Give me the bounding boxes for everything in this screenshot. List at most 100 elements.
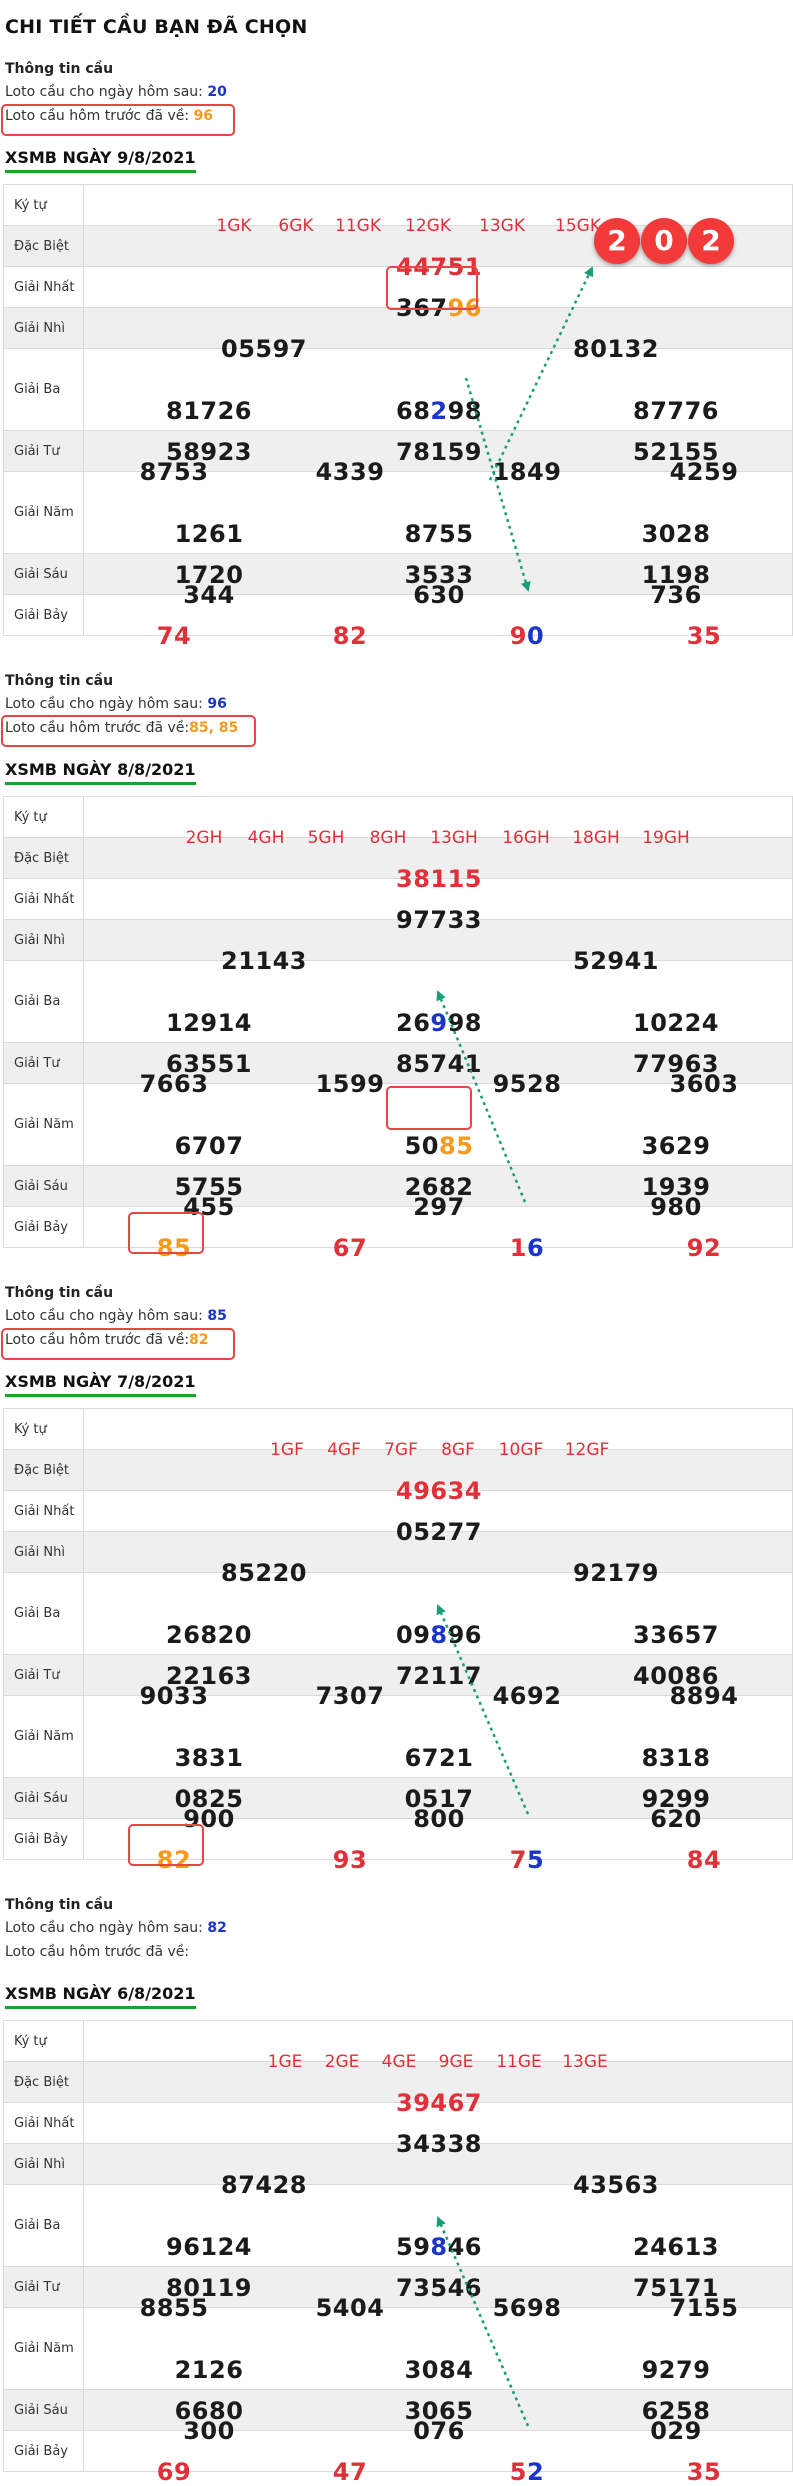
row-label: Giải Ba <box>3 960 84 1043</box>
giai-bay-highlight <box>128 1212 204 1254</box>
row-label: Giải Tư <box>3 430 84 472</box>
prize-number: 85741 <box>396 1049 482 1078</box>
prize-number: 8318 <box>641 1743 711 1772</box>
prize-number: 7155 <box>669 2294 739 2322</box>
next-day-loto: Loto cầu cho ngày hôm sau: 20 <box>5 84 227 100</box>
day-title[interactable]: XSMB NGÀY 9/8/2021 <box>5 148 196 173</box>
prize-number: 1849 <box>492 458 562 486</box>
prize-number: 92 <box>686 1234 722 1262</box>
prize-number: 43563 <box>573 2171 659 2199</box>
prize-number: 297 <box>413 1193 465 1221</box>
row-label: Giải Tư <box>3 1654 84 1696</box>
day-title[interactable]: XSMB NGÀY 7/8/2021 <box>5 1372 196 1397</box>
prize-number: 90 <box>509 622 545 650</box>
row-ky-tu: Ký tự 2GH 4GH 5GH 8GH 13GH 16GH 18GH 19G… <box>3 796 793 848</box>
prize-number: 736 <box>650 581 702 609</box>
prize-number: 97733 <box>396 906 482 934</box>
row-label: Giải Sáu <box>3 2389 84 2431</box>
prize-number: 35 <box>686 622 722 650</box>
prize-number: 9279 <box>641 2355 711 2384</box>
row-label: Ký tự <box>3 184 84 226</box>
row-label: Giải Nhất <box>3 2102 84 2144</box>
next-day-loto: Loto cầu cho ngày hôm sau: 82 <box>5 1920 227 1936</box>
results-table-8-8: Ký tự 2GH 4GH 5GH 8GH 13GH 16GH 18GH 19G… <box>3 796 793 1262</box>
giai-nhat-highlight <box>386 266 478 310</box>
prize-number: 59846 <box>395 2232 483 2261</box>
next-day-value: 20 <box>207 84 227 100</box>
prize-number: 6721 <box>404 1743 474 1772</box>
prize-number: 3603 <box>669 1070 739 1098</box>
giai-nam-highlight <box>386 1086 472 1130</box>
prize-number: 80132 <box>573 335 659 363</box>
prize-number: 1599 <box>315 1070 385 1098</box>
cau-info-heading: Thông tin cầu <box>5 1285 114 1301</box>
prize-number: 7307 <box>315 1682 385 1710</box>
prize-number: 26998 <box>395 1008 483 1037</box>
prize-number: 81726 <box>166 396 252 425</box>
row-label: Giải Nhì <box>3 1531 84 1573</box>
prize-number: 52941 <box>573 947 659 975</box>
ky-tu: 18GH <box>572 828 620 848</box>
ky-tu: 13GE <box>562 2052 608 2072</box>
row-label: Giải Ba <box>3 1572 84 1655</box>
prize-number: 4692 <box>492 1682 562 1710</box>
next-day-loto: Loto cầu cho ngày hôm sau: 96 <box>5 696 227 712</box>
ky-tu: 11GK <box>335 216 381 236</box>
prize-number: 68298 <box>395 396 483 425</box>
prize-number: 5698 <box>492 2294 562 2322</box>
row-label: Giải Năm <box>3 2307 84 2390</box>
day-title[interactable]: XSMB NGÀY 6/8/2021 <box>5 1984 196 2009</box>
prize-number: 8855 <box>139 2294 209 2322</box>
prize-number: 96124 <box>166 2232 252 2261</box>
prize-number: 84 <box>686 1846 722 1874</box>
prize-number: 69 <box>156 2458 192 2486</box>
prize-number: 5404 <box>315 2294 385 2322</box>
prize-number: 73546 <box>396 2273 482 2302</box>
giai-bay-highlight <box>128 1824 204 1866</box>
prize-number: 87428 <box>221 2171 307 2199</box>
row-label: Giải Năm <box>3 471 84 554</box>
prize-number: 3831 <box>174 1743 244 1772</box>
day-title[interactable]: XSMB NGÀY 8/8/2021 <box>5 760 196 785</box>
row-giai-ba: Giải Ba 12914 26998 10224 63551 85741 77… <box>3 960 793 1078</box>
ky-tu: 10GF <box>498 1440 544 1460</box>
row-label: Đặc Biệt <box>3 225 84 267</box>
ky-tu: 13GK <box>479 216 525 236</box>
ky-tu: 4GE <box>381 2052 417 2072</box>
ky-tu: 12GF <box>564 1440 610 1460</box>
row-label: Giải Năm <box>3 1083 84 1166</box>
prize-number: 38115 <box>396 865 482 893</box>
ky-tu: 4GF <box>327 1440 361 1460</box>
results-table-6-8: Ký tự 1GE 2GE 4GE 9GE 11GE 13GE Đặc Biệt… <box>3 2020 793 2486</box>
row-label: Giải Nhì <box>3 2143 84 2185</box>
ky-tu: 5GH <box>307 828 345 848</box>
ky-tu: 1GK <box>216 216 252 236</box>
next-day-value: 96 <box>207 696 227 712</box>
ky-tu: 15GK <box>555 216 601 236</box>
prize-number: 75 <box>509 1846 545 1874</box>
prize-number: 7663 <box>139 1070 209 1098</box>
row-label: Giải Bảy <box>3 594 84 636</box>
row-label: Giải Nhất <box>3 878 84 920</box>
row-label: Đặc Biệt <box>3 2061 84 2103</box>
row-label: Ký tự <box>3 2020 84 2062</box>
results-table-7-8: Ký tự 1GF 4GF 7GF 8GF 10GF 12GF Đặc Biệt… <box>3 1408 793 1874</box>
prize-number: 92179 <box>573 1559 659 1587</box>
cau-info-heading: Thông tin cầu <box>5 673 114 689</box>
row-label: Giải Sáu <box>3 553 84 595</box>
prize-number: 33657 <box>633 1620 719 1649</box>
row-label: Đặc Biệt <box>3 1449 84 1491</box>
loto-digit-badge: 0 <box>641 218 687 264</box>
ky-tu: 19GH <box>642 828 690 848</box>
cau-info-4: Thông tin cầu Loto cầu cho ngày hôm sau:… <box>5 1894 305 1964</box>
row-ky-tu: Ký tự 1GK 6GK 11GK 12GK 13GK 15GK <box>3 184 793 236</box>
prize-number: 8894 <box>669 1682 739 1710</box>
row-giai-ba: Giải Ba 96124 59846 24613 80119 73546 75… <box>3 2184 793 2302</box>
row-label: Giải Sáu <box>3 1777 84 1819</box>
prize-number: 05597 <box>221 335 307 363</box>
prize-number: 67 <box>332 1234 368 1262</box>
prize-number: 26820 <box>166 1620 252 1649</box>
prize-number: 4259 <box>669 458 739 486</box>
next-day-loto: Loto cầu cho ngày hôm sau: 85 <box>5 1308 227 1324</box>
prize-number: 09896 <box>395 1620 483 1649</box>
